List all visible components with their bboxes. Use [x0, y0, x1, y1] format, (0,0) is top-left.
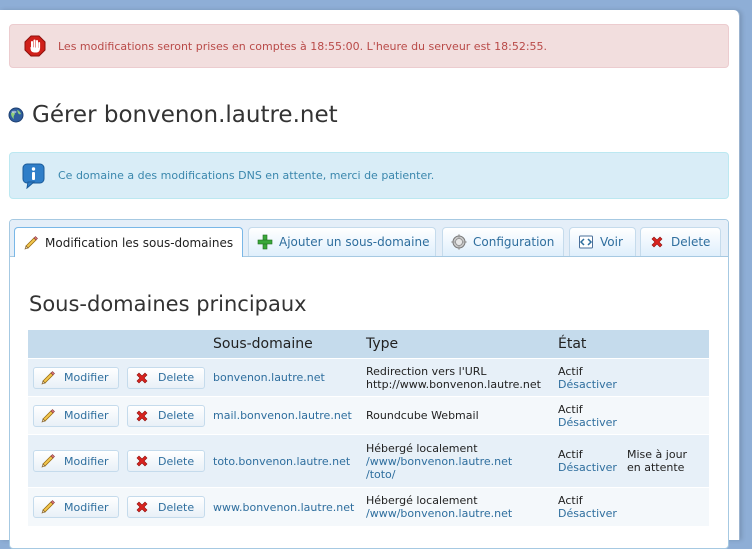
plus-icon [257, 234, 273, 250]
pencil-icon [41, 408, 55, 422]
gear-icon [451, 234, 467, 250]
pencil-icon [41, 370, 55, 384]
modify-button[interactable]: Modifier [33, 450, 119, 472]
delete-icon [136, 372, 148, 383]
row-actions: Modifier Delete [28, 359, 212, 396]
type-path-link[interactable]: /www/bonvenon.lautre.net [366, 507, 558, 520]
tab-delete[interactable]: Delete [640, 227, 721, 256]
tab-add-subdomain[interactable]: Ajouter un sous-domaine [248, 227, 436, 256]
row-actions: Modifier Delete [28, 397, 212, 434]
delete-icon [136, 410, 148, 421]
tab-configuration[interactable]: Configuration [442, 227, 564, 256]
subdomain-link[interactable]: toto.bonvenon.lautre.net [212, 435, 366, 487]
delete-button[interactable]: Delete [127, 404, 205, 427]
pencil-icon [41, 454, 55, 468]
tab-view[interactable]: Voir [569, 227, 636, 256]
deactivate-link[interactable]: Désactiver [558, 507, 627, 520]
delete-icon [136, 455, 148, 467]
section-title: Sous-domaines principaux [29, 292, 307, 316]
table-row: Modifier Delete toto.bonvenon.lautre.net… [28, 434, 709, 487]
delete-button[interactable]: Delete [127, 496, 205, 518]
subdomain-link[interactable]: bonvenon.lautre.net [212, 359, 366, 396]
delete-button[interactable]: Delete [127, 366, 205, 389]
tab-label: Configuration [473, 235, 555, 249]
deactivate-link[interactable]: Désactiver [558, 416, 627, 429]
delete-icon [651, 236, 663, 248]
deactivate-link[interactable]: Désactiver [558, 378, 627, 391]
table-row: Modifier Delete bonvenon.lautre.net Redi… [28, 358, 709, 396]
view-icon [579, 235, 593, 249]
type-path-link[interactable]: /toto/ [366, 468, 558, 481]
page-title: Gérer bonvenon.lautre.net [32, 102, 338, 128]
modify-label: Modifier [64, 371, 109, 384]
tab-label: Voir [600, 235, 623, 249]
note-cell: Mise à jour en attente [627, 435, 709, 487]
pencil-icon [41, 500, 55, 514]
delete-label: Delete [158, 454, 195, 468]
notice-text: Les modifications seront prises en compt… [58, 39, 548, 53]
type-line: Hébergé localement [366, 494, 478, 507]
modify-button[interactable]: Modifier [33, 404, 119, 427]
header-state: État [558, 336, 587, 352]
modify-button[interactable]: Modifier [33, 366, 119, 389]
type-cell: Hébergé localement /www/bonvenon.lautre.… [366, 435, 558, 487]
table-row: Modifier Delete mail.bonvenon.lautre.net… [28, 396, 709, 434]
type-cell: Redirection vers l'URL http://www.bonven… [366, 359, 558, 396]
type-path-link[interactable]: /www/bonvenon.lautre.net [366, 455, 558, 468]
modify-button[interactable]: Modifier [33, 496, 119, 518]
page-title-row: Gérer bonvenon.lautre.net [8, 102, 338, 128]
info-text: Ce domaine a des modifications DNS en at… [58, 169, 435, 182]
type-cell: Hébergé localement /www/bonvenon.lautre.… [366, 488, 558, 526]
delete-label: Delete [158, 371, 195, 384]
subdomains-table: Sous-domaine Type État Modifier Delete b… [28, 330, 709, 526]
table-row: Modifier Delete www.bonvenon.lautre.net … [28, 487, 709, 526]
info-icon [22, 163, 45, 189]
subdomain-link[interactable]: mail.bonvenon.lautre.net [212, 397, 366, 434]
pending-note: en attente [627, 461, 685, 474]
header-subdomain: Sous-domaine [213, 336, 313, 352]
delete-button[interactable]: Delete [127, 450, 205, 472]
tab-label: Delete [671, 235, 711, 249]
state-text: Actif [558, 494, 583, 507]
pencil-icon [24, 235, 38, 249]
schedule-notice: Les modifications seront prises en compt… [9, 24, 729, 68]
type-line: Roundcube Webmail [366, 409, 479, 422]
table-header: Sous-domaine Type État [28, 330, 709, 358]
dns-pending-info: Ce domaine a des modifications DNS en at… [9, 152, 729, 199]
state-text: Actif [558, 448, 583, 461]
state-text: Actif [558, 364, 583, 378]
note-cell [627, 397, 709, 434]
header-type: Type [366, 336, 399, 352]
pending-note: Mise à jour [627, 448, 688, 461]
type-line: Redirection vers l'URL [366, 364, 487, 378]
tab-label: Ajouter un sous-domaine [279, 235, 430, 249]
row-actions: Modifier Delete [28, 488, 212, 526]
state-cell: Actif Désactiver [558, 488, 627, 526]
state-cell: Actif Désactiver [558, 397, 627, 434]
state-text: Actif [558, 402, 583, 416]
state-cell: Actif Désactiver [558, 435, 627, 487]
row-actions: Modifier Delete [28, 435, 212, 487]
subdomain-link[interactable]: www.bonvenon.lautre.net [212, 488, 366, 526]
modify-label: Modifier [64, 500, 109, 514]
delete-icon [136, 501, 148, 513]
deactivate-link[interactable]: Désactiver [558, 461, 627, 474]
note-cell [627, 359, 709, 396]
tab-modify-subdomains[interactable]: Modification les sous-domaines [14, 227, 243, 257]
delete-label: Delete [158, 500, 195, 514]
type-line: Hébergé localement [366, 441, 478, 455]
stop-hand-icon [24, 35, 46, 57]
state-cell: Actif Désactiver [558, 359, 627, 396]
subdomain-tabs: Modification les sous-domaines Ajouter u… [9, 219, 729, 549]
delete-label: Delete [158, 409, 195, 422]
tab-bar: Modification les sous-domaines Ajouter u… [10, 220, 728, 257]
note-cell [627, 488, 709, 526]
tab-label: Modification les sous-domaines [45, 235, 234, 250]
modify-label: Modifier [64, 409, 109, 422]
modify-label: Modifier [64, 454, 109, 468]
page-panel: Les modifications seront prises en compt… [0, 10, 740, 549]
globe-icon [8, 107, 24, 123]
type-cell: Roundcube Webmail [366, 397, 558, 434]
type-line: http://www.bonvenon.lautre.net [366, 377, 541, 391]
